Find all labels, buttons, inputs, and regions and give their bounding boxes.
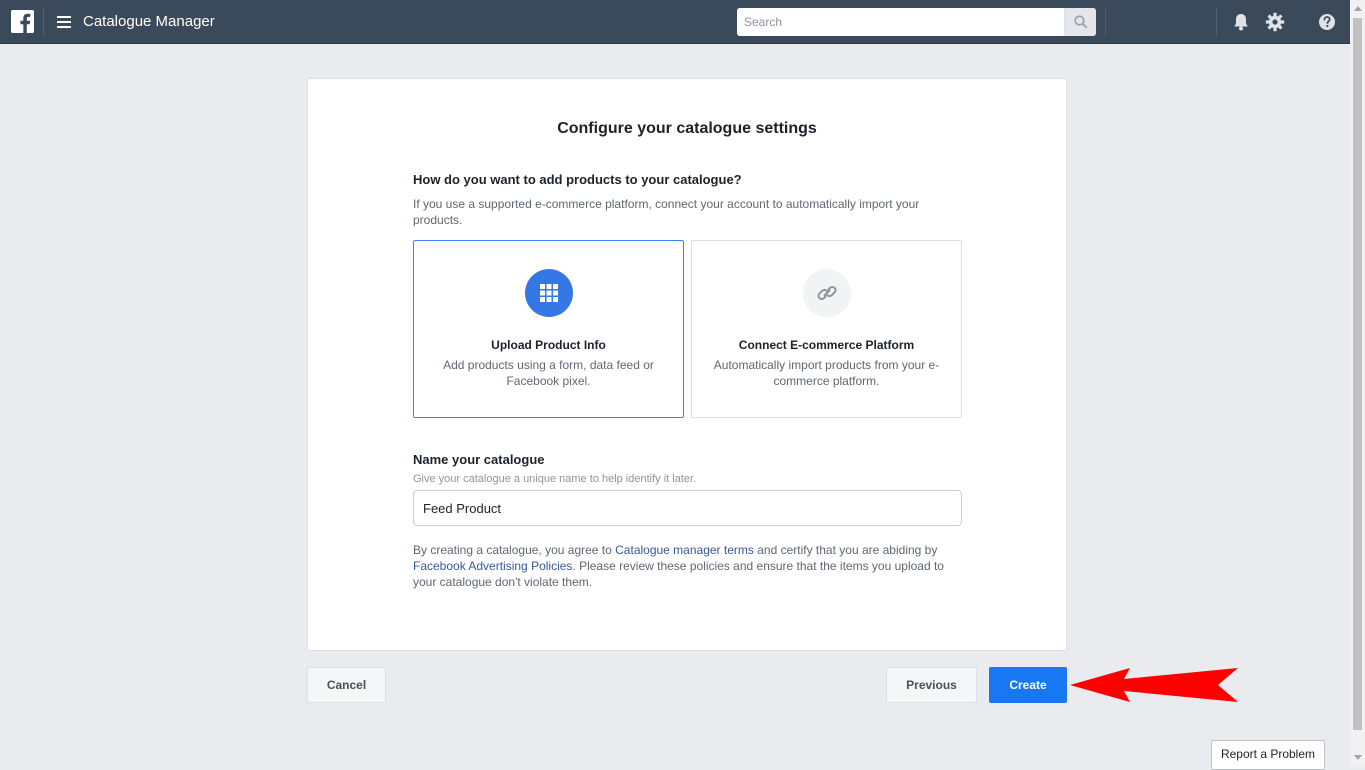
legal-text: By creating a catalogue, you agree to bbox=[413, 543, 616, 557]
advertising-policies-link[interactable]: Facebook Advertising Policies bbox=[413, 559, 572, 573]
name-catalogue-heading: Name your catalogue bbox=[413, 452, 545, 467]
catalogue-name-input[interactable] bbox=[413, 490, 962, 526]
notifications-bell-icon[interactable] bbox=[1231, 12, 1251, 32]
search-box bbox=[737, 8, 1096, 36]
grid-icon bbox=[525, 269, 573, 317]
app-title: Catalogue Manager bbox=[83, 13, 215, 30]
create-button[interactable]: Create bbox=[989, 667, 1067, 703]
top-navigation-bar: Catalogue Manager bbox=[0, 0, 1350, 44]
settings-gear-icon[interactable] bbox=[1265, 12, 1285, 32]
legal-notice: By creating a catalogue, you agree to Ca… bbox=[413, 542, 958, 590]
name-catalogue-hint: Give your catalogue a unique name to hel… bbox=[413, 473, 697, 485]
link-icon bbox=[803, 269, 851, 317]
scroll-up-arrow-icon[interactable] bbox=[1354, 6, 1362, 11]
add-products-question: How do you want to add products to your … bbox=[413, 172, 742, 187]
catalogue-settings-card: Configure your catalogue settings How do… bbox=[307, 78, 1067, 651]
page-title: Configure your catalogue settings bbox=[557, 120, 817, 137]
help-question-icon[interactable] bbox=[1317, 12, 1337, 32]
topbar-divider bbox=[43, 8, 44, 36]
cancel-button[interactable]: Cancel bbox=[307, 667, 386, 703]
catalogue-manager-terms-link[interactable]: Catalogue manager terms bbox=[615, 543, 754, 557]
scroll-thumb[interactable] bbox=[1353, 18, 1362, 730]
facebook-logo-icon[interactable] bbox=[11, 10, 34, 33]
upload-product-info-option[interactable]: Upload Product Info Add products using a… bbox=[413, 240, 684, 418]
option-title: Upload Product Info bbox=[491, 338, 606, 352]
page-scrollbar[interactable] bbox=[1350, 0, 1365, 767]
annotation-arrow-icon bbox=[1070, 668, 1238, 702]
topbar-divider bbox=[1216, 8, 1217, 36]
menu-icon[interactable] bbox=[57, 14, 73, 30]
scroll-down-arrow-icon[interactable] bbox=[1354, 755, 1362, 760]
previous-button[interactable]: Previous bbox=[886, 667, 977, 703]
legal-text: and certify that you are abiding by bbox=[753, 543, 938, 557]
option-description: Add products using a form, data feed or … bbox=[443, 358, 654, 388]
option-description: Automatically import products from your … bbox=[713, 358, 940, 388]
add-products-description: If you use a supported e-commerce platfo… bbox=[413, 197, 920, 227]
search-icon bbox=[1074, 15, 1088, 29]
option-title: Connect E-commerce Platform bbox=[738, 338, 915, 352]
connect-ecommerce-platform-option[interactable]: Connect E-commerce Platform Automaticall… bbox=[691, 240, 962, 418]
search-button[interactable] bbox=[1064, 8, 1096, 36]
search-input[interactable] bbox=[737, 8, 1064, 36]
topbar-divider bbox=[1105, 8, 1106, 36]
report-problem-button[interactable]: Report a Problem bbox=[1211, 740, 1325, 770]
